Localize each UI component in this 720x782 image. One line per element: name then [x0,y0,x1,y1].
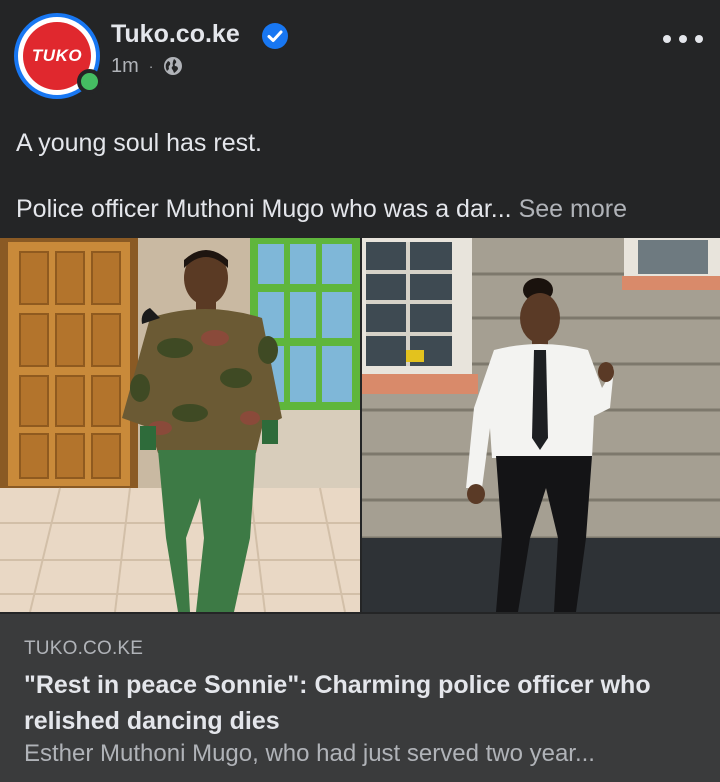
post-caption-line1: A young soul has rest. [16,129,262,157]
online-status-icon [77,69,102,94]
post-photo-right[interactable] [362,238,720,612]
post-header: TUKO Tuko.co.ke 1m · [0,0,720,110]
link-description: Esther Muthoni Mugo, who had just served… [24,740,595,767]
post-time[interactable]: 1m [111,55,139,78]
globe-icon [164,57,183,75]
link-domain: TUKO.CO.KE [24,638,144,659]
verified-badge-icon [262,23,288,49]
link-title[interactable]: "Rest in peace Sonnie": Charming police … [24,667,704,739]
page-name[interactable]: Tuko.co.ke [111,20,240,49]
more-options-icon[interactable] [663,28,703,50]
caption-truncated-text: Police officer Muthoni Mugo who was a da… [16,195,512,223]
see-more-link[interactable]: See more [519,195,627,223]
post-caption-line2: Police officer Muthoni Mugo who was a da… [16,192,627,226]
post-meta: 1m · [111,54,183,78]
avatar-text: TUKO [31,46,83,65]
meta-separator: · [148,58,154,74]
post-photo-left[interactable] [0,238,360,612]
